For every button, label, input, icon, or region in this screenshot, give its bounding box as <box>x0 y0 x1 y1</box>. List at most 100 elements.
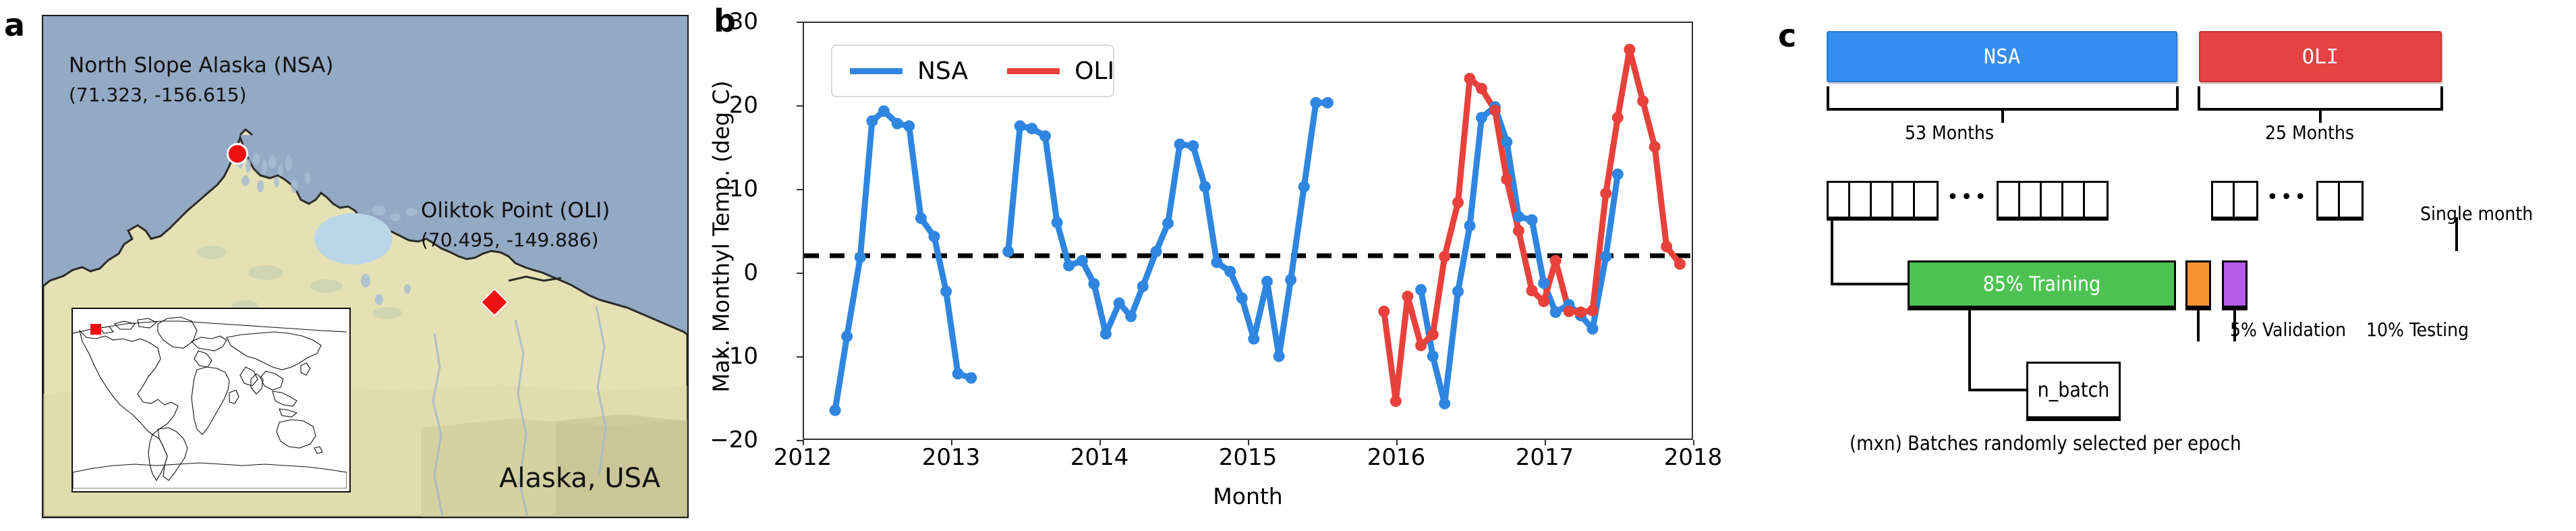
data-point <box>1199 181 1211 193</box>
x-tick-label: 2013 <box>921 444 981 471</box>
legend-item-nsa: NSA <box>850 57 968 85</box>
data-point <box>1674 258 1686 270</box>
data-point <box>1026 123 1038 134</box>
data-point <box>1661 240 1673 252</box>
x-tick-mark <box>1693 440 1694 445</box>
data-point <box>1051 217 1063 229</box>
data-point <box>1298 181 1310 193</box>
y-tick-label: 30 <box>728 8 758 35</box>
data-point <box>1637 95 1649 107</box>
legend-item-oli: OLI <box>1007 57 1114 85</box>
figure-root: a North Slope Alaska (NSA) (71.323, -156… <box>0 0 2576 531</box>
data-point <box>1063 260 1075 272</box>
oli-site-label: Oliktok Point (OLI) <box>421 198 610 223</box>
data-point <box>1452 285 1464 298</box>
x-tick-label: 2012 <box>773 444 832 471</box>
y-tick-mark <box>797 273 803 274</box>
month-cell <box>2213 183 2235 217</box>
x-tick-mark <box>1248 440 1249 445</box>
nsa-cell-group-right <box>1997 181 2109 219</box>
data-point <box>940 285 952 298</box>
month-cell <box>1850 183 1872 217</box>
month-cell <box>2235 183 2256 217</box>
panel-a-letter: a <box>4 7 26 43</box>
month-cell <box>2042 183 2064 217</box>
y-axis-label: Max. Monthyl Temp. (deg C) <box>706 0 737 472</box>
y-tick-mark <box>797 356 803 358</box>
data-point <box>1611 168 1624 180</box>
oli-months-label: 25 Months <box>2265 121 2355 144</box>
data-point <box>1285 274 1297 286</box>
data-point <box>1489 104 1501 116</box>
data-point <box>1586 323 1599 335</box>
data-point <box>878 105 890 117</box>
data-point <box>1538 296 1550 308</box>
data-point <box>1501 136 1513 148</box>
nsa-site-label: North Slope Alaska (NSA) <box>69 53 334 78</box>
y-tick-label: 10 <box>728 175 758 202</box>
data-point <box>1236 292 1248 304</box>
single-month-label: Single month <box>2420 202 2534 225</box>
data-point <box>1125 310 1137 323</box>
nsa-coordinates-label: (71.323, -156.615) <box>69 84 247 106</box>
region-label: Alaska, USA <box>498 463 660 494</box>
x-tick-label: 2018 <box>1663 444 1723 471</box>
data-point <box>1014 120 1026 132</box>
nsa-cells-ellipsis: ••• <box>1947 186 1989 209</box>
data-point <box>952 368 964 380</box>
data-point <box>1512 225 1524 237</box>
inset-study-area-marker <box>90 324 101 335</box>
oli-cells-ellipsis: ••• <box>2266 186 2309 209</box>
world-inset-map <box>71 308 351 493</box>
oli-cell-group-right <box>2316 181 2364 219</box>
data-point <box>1076 254 1088 267</box>
oli-coordinates-label: (70.495, -149.886) <box>421 229 599 251</box>
data-point <box>1248 333 1260 345</box>
legend-label-nsa: NSA <box>917 57 969 85</box>
x-tick-mark <box>1099 440 1101 445</box>
month-cell <box>1999 183 2021 217</box>
nsa-marker-circle-icon <box>227 143 248 165</box>
data-point <box>1624 43 1636 55</box>
data-point <box>1549 254 1562 267</box>
alaska-map: North Slope Alaska (NSA) (71.323, -156.6… <box>42 15 689 518</box>
month-cell <box>2340 183 2362 217</box>
x-tick-label: 2015 <box>1218 444 1278 471</box>
data-point <box>1137 281 1149 292</box>
data-point <box>1039 130 1051 142</box>
data-point <box>1526 285 1538 297</box>
data-point <box>915 213 927 224</box>
data-point <box>1273 350 1285 362</box>
data-point <box>1501 173 1513 186</box>
data-point <box>1402 290 1414 302</box>
data-point <box>841 331 853 342</box>
data-point <box>1415 339 1427 352</box>
month-cell <box>1915 183 1937 217</box>
training-split-block: 85% Training <box>1908 260 2176 308</box>
data-point <box>1002 246 1014 258</box>
data-point <box>1211 256 1223 269</box>
y-tick-label: −10 <box>710 343 758 370</box>
x-tick-label: 2014 <box>1070 444 1129 471</box>
data-point <box>1600 188 1612 200</box>
validation-split-block <box>2185 260 2211 308</box>
data-point <box>1575 306 1586 318</box>
data-point <box>903 120 915 132</box>
data-point <box>1113 297 1125 309</box>
y-tick-mark <box>797 440 803 441</box>
pipeline-oli-block: OLI <box>2199 31 2442 82</box>
data-point <box>1586 304 1599 316</box>
data-point <box>1549 306 1562 318</box>
data-point <box>1600 250 1612 262</box>
panel-c-pipeline: c NSA OLI 53 Months 25 Months ••• ••• Si… <box>1754 0 2576 531</box>
y-tick-label: 0 <box>743 259 758 286</box>
month-cell <box>1829 183 1850 217</box>
pipeline-caption: (mxn) Batches randomly selected per epoc… <box>1850 432 2241 455</box>
data-point <box>1563 306 1575 317</box>
x-tick-mark <box>803 440 804 445</box>
panel-b-chart: b Max. Monthyl Temp. (deg C) 30 20 10 0 −10−… <box>702 0 1754 531</box>
data-point <box>1162 217 1174 229</box>
legend-label-oli: OLI <box>1075 57 1115 85</box>
y-tick-mark <box>797 189 803 190</box>
legend-swatch-nsa <box>850 67 903 74</box>
